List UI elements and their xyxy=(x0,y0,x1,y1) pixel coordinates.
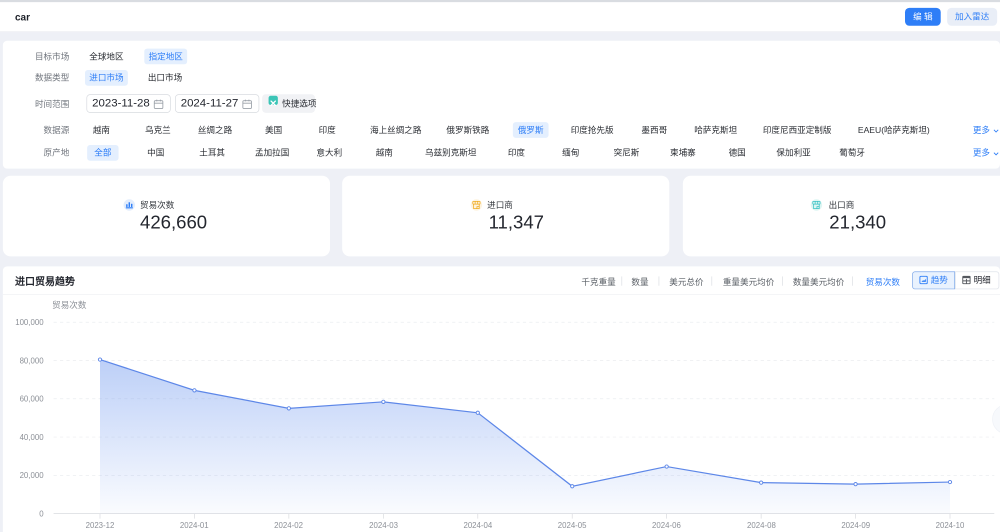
svg-text:20,000: 20,000 xyxy=(20,471,45,480)
svg-text:贸易次数: 贸易次数 xyxy=(52,299,87,310)
svg-text:2024-02: 2024-02 xyxy=(274,521,303,530)
svg-text:2024-06: 2024-06 xyxy=(652,521,681,530)
svg-text:2024-03: 2024-03 xyxy=(369,521,398,530)
svg-text:60,000: 60,000 xyxy=(20,395,45,404)
svg-text:40,000: 40,000 xyxy=(20,433,45,442)
svg-text:2024-04: 2024-04 xyxy=(463,521,492,530)
svg-text:2024-05: 2024-05 xyxy=(558,521,587,530)
svg-text:2024-08: 2024-08 xyxy=(747,521,776,530)
svg-text:2023-12: 2023-12 xyxy=(86,521,115,530)
svg-text:80,000: 80,000 xyxy=(20,356,45,365)
svg-text:2024-01: 2024-01 xyxy=(180,521,209,530)
svg-text:0: 0 xyxy=(39,509,44,518)
svg-text:2024-10: 2024-10 xyxy=(936,521,965,530)
svg-text:2024-09: 2024-09 xyxy=(841,521,870,530)
svg-text:100,000: 100,000 xyxy=(15,318,44,327)
